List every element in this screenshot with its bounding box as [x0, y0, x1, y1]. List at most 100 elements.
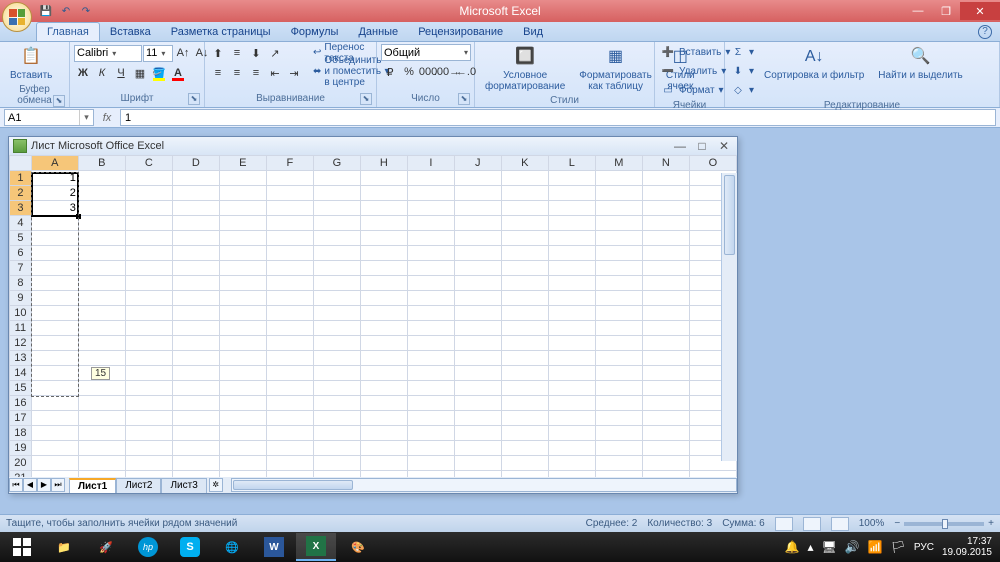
cell-L1[interactable]: [548, 171, 595, 186]
border-button[interactable]: ▦: [131, 64, 149, 82]
tray-flag-icon[interactable]: 🏳: [891, 540, 906, 554]
cell-J4[interactable]: [454, 216, 501, 231]
cell-N20[interactable]: [642, 456, 689, 471]
cell-F18[interactable]: [266, 426, 313, 441]
cell-H19[interactable]: [360, 441, 407, 456]
cell-A11[interactable]: [31, 321, 78, 336]
workbook-minimize-button[interactable]: —: [671, 139, 689, 153]
workbook-titlebar[interactable]: Лист Microsoft Office Excel — □ ✕: [9, 137, 737, 155]
tray-chevron-icon[interactable]: ▴: [808, 540, 814, 554]
cell-L12[interactable]: [548, 336, 595, 351]
cell-C19[interactable]: [125, 441, 172, 456]
col-header-A[interactable]: A: [31, 156, 78, 171]
cell-M1[interactable]: [595, 171, 642, 186]
autosum-button[interactable]: Σ▾: [729, 44, 756, 61]
cell-E3[interactable]: [219, 201, 266, 216]
view-layout-button[interactable]: [803, 517, 821, 531]
decrease-decimal-button[interactable]: ←.0: [457, 63, 475, 81]
fill-button[interactable]: ⬇▾: [729, 63, 756, 80]
taskbar-app1-icon[interactable]: 🚀: [86, 533, 126, 561]
start-button[interactable]: [2, 533, 42, 561]
cell-N9[interactable]: [642, 291, 689, 306]
cell-H18[interactable]: [360, 426, 407, 441]
font-color-button[interactable]: A: [169, 64, 187, 82]
cell-L16[interactable]: [548, 396, 595, 411]
fill-handle[interactable]: [76, 214, 81, 219]
cell-N18[interactable]: [642, 426, 689, 441]
currency-button[interactable]: ₽: [381, 63, 399, 81]
cell-I15[interactable]: [407, 381, 454, 396]
cell-G14[interactable]: [313, 366, 360, 381]
cell-A10[interactable]: [31, 306, 78, 321]
row-header-19[interactable]: 19: [10, 441, 32, 456]
cell-F9[interactable]: [266, 291, 313, 306]
cell-N6[interactable]: [642, 246, 689, 261]
cell-A5[interactable]: [31, 231, 78, 246]
cell-A20[interactable]: [31, 456, 78, 471]
cell-C3[interactable]: [125, 201, 172, 216]
cell-E19[interactable]: [219, 441, 266, 456]
row-header-17[interactable]: 17: [10, 411, 32, 426]
cell-I12[interactable]: [407, 336, 454, 351]
cell-G17[interactable]: [313, 411, 360, 426]
row-header-14[interactable]: 14: [10, 366, 32, 381]
cell-D17[interactable]: [172, 411, 219, 426]
col-header-N[interactable]: N: [642, 156, 689, 171]
cell-N16[interactable]: [642, 396, 689, 411]
cell-B20[interactable]: [78, 456, 125, 471]
cell-B5[interactable]: [78, 231, 125, 246]
cell-H17[interactable]: [360, 411, 407, 426]
col-header-D[interactable]: D: [172, 156, 219, 171]
cell-K20[interactable]: [501, 456, 548, 471]
cell-I4[interactable]: [407, 216, 454, 231]
cell-J20[interactable]: [454, 456, 501, 471]
cell-L6[interactable]: [548, 246, 595, 261]
tray-monitor-icon[interactable]: 🖥: [822, 540, 837, 554]
cell-K11[interactable]: [501, 321, 548, 336]
cell-A3[interactable]: 3: [31, 201, 78, 216]
cell-J3[interactable]: [454, 201, 501, 216]
cell-K6[interactable]: [501, 246, 548, 261]
cell-E20[interactable]: [219, 456, 266, 471]
cell-I11[interactable]: [407, 321, 454, 336]
align-top-button[interactable]: ⬆: [209, 44, 227, 62]
cell-F2[interactable]: [266, 186, 313, 201]
qat-save-icon[interactable]: 💾: [38, 3, 54, 19]
cell-M3[interactable]: [595, 201, 642, 216]
col-header-C[interactable]: C: [125, 156, 172, 171]
cell-I10[interactable]: [407, 306, 454, 321]
cell-N15[interactable]: [642, 381, 689, 396]
cell-K2[interactable]: [501, 186, 548, 201]
cell-L10[interactable]: [548, 306, 595, 321]
cell-I21[interactable]: [407, 471, 454, 478]
sheet-nav-prev[interactable]: ◀: [23, 478, 37, 492]
col-header-E[interactable]: E: [219, 156, 266, 171]
cell-D12[interactable]: [172, 336, 219, 351]
ribbon-tab-6[interactable]: Вид: [513, 23, 553, 41]
cell-L17[interactable]: [548, 411, 595, 426]
cell-D13[interactable]: [172, 351, 219, 366]
cell-C1[interactable]: [125, 171, 172, 186]
cell-L5[interactable]: [548, 231, 595, 246]
cell-M17[interactable]: [595, 411, 642, 426]
row-header-1[interactable]: 1: [10, 171, 32, 186]
cell-I9[interactable]: [407, 291, 454, 306]
cell-I13[interactable]: [407, 351, 454, 366]
cell-K19[interactable]: [501, 441, 548, 456]
cell-M13[interactable]: [595, 351, 642, 366]
col-header-K[interactable]: K: [501, 156, 548, 171]
cell-J8[interactable]: [454, 276, 501, 291]
tray-lang[interactable]: РУС: [914, 542, 934, 553]
row-header-8[interactable]: 8: [10, 276, 32, 291]
cell-F15[interactable]: [266, 381, 313, 396]
cell-D21[interactable]: [172, 471, 219, 478]
cell-A17[interactable]: [31, 411, 78, 426]
ribbon-tab-0[interactable]: Главная: [36, 22, 100, 41]
cell-K14[interactable]: [501, 366, 548, 381]
row-header-7[interactable]: 7: [10, 261, 32, 276]
cell-E10[interactable]: [219, 306, 266, 321]
cell-J16[interactable]: [454, 396, 501, 411]
cell-E13[interactable]: [219, 351, 266, 366]
cell-J19[interactable]: [454, 441, 501, 456]
row-header-2[interactable]: 2: [10, 186, 32, 201]
